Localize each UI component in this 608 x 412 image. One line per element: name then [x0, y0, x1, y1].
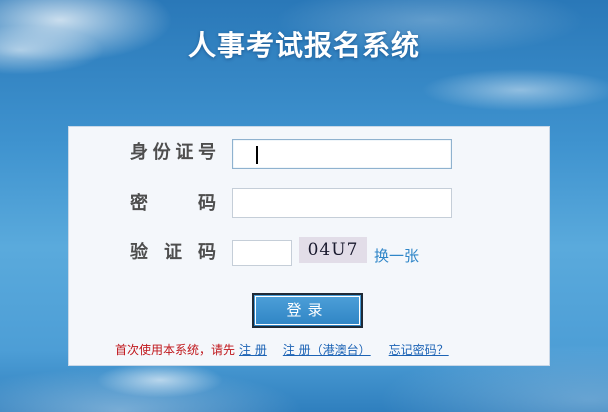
- password-input[interactable]: [232, 188, 452, 218]
- text-caret: [256, 146, 258, 164]
- password-label: 密 码: [130, 193, 216, 214]
- login-button[interactable]: 登录: [252, 293, 363, 328]
- id-number-input[interactable]: [232, 139, 452, 169]
- id-number-label: 身份证号: [130, 142, 216, 163]
- captcha-input[interactable]: [232, 240, 292, 266]
- register-link[interactable]: 注 册: [239, 343, 267, 357]
- first-use-prompt: 首次使用本系统，请先: [115, 343, 236, 357]
- refresh-captcha-link[interactable]: 换一张: [374, 245, 419, 266]
- captcha-label: 验证码: [130, 242, 216, 263]
- footer-links: 首次使用本系统，请先注 册 注 册（港澳台） 忘记密码？: [115, 341, 449, 359]
- captcha-image: 04U7: [299, 237, 367, 263]
- page-title: 人事考试报名系统: [187, 29, 420, 62]
- forgot-password-link[interactable]: 忘记密码？: [389, 343, 449, 357]
- register-hk-macau-taiwan-link[interactable]: 注 册（港澳台）: [283, 343, 371, 357]
